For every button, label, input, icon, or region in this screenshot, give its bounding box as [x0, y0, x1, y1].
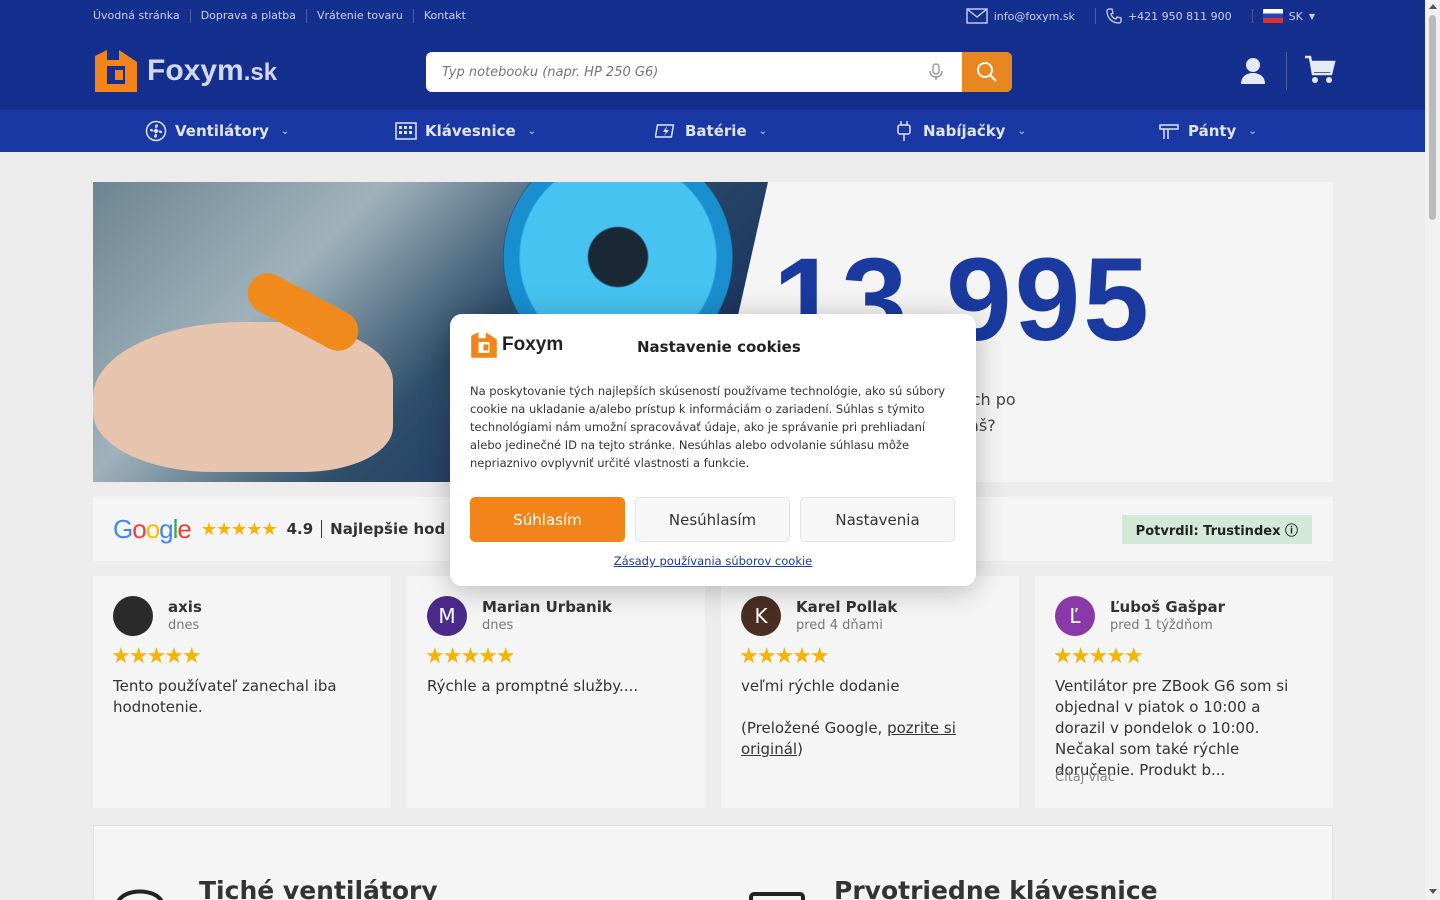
scrollbar-thumb[interactable] — [1429, 15, 1436, 220]
page-scrollbar[interactable] — [1425, 0, 1440, 900]
dialog-body: Na poskytovanie tých najlepších skúsenos… — [470, 384, 946, 470]
fox-logo-icon — [471, 332, 497, 358]
accept-button[interactable]: Súhlasím — [470, 497, 625, 542]
settings-button[interactable]: Nastavenia — [800, 497, 955, 542]
dialog-logo-text: Foxym — [502, 334, 564, 355]
dialog-logo: Foxym — [470, 331, 563, 359]
cookie-policy-link[interactable]: Zásady používania súborov cookie — [450, 554, 976, 568]
scroll-up-arrow-icon[interactable] — [1429, 4, 1437, 9]
deny-button[interactable]: Nesúhlasím — [635, 497, 790, 542]
dialog-title: Nastavenie cookies — [637, 338, 801, 356]
scroll-down-arrow-icon[interactable] — [1429, 889, 1437, 894]
cookie-dialog: Foxym Nastavenie cookies Na poskytovanie… — [450, 314, 976, 586]
